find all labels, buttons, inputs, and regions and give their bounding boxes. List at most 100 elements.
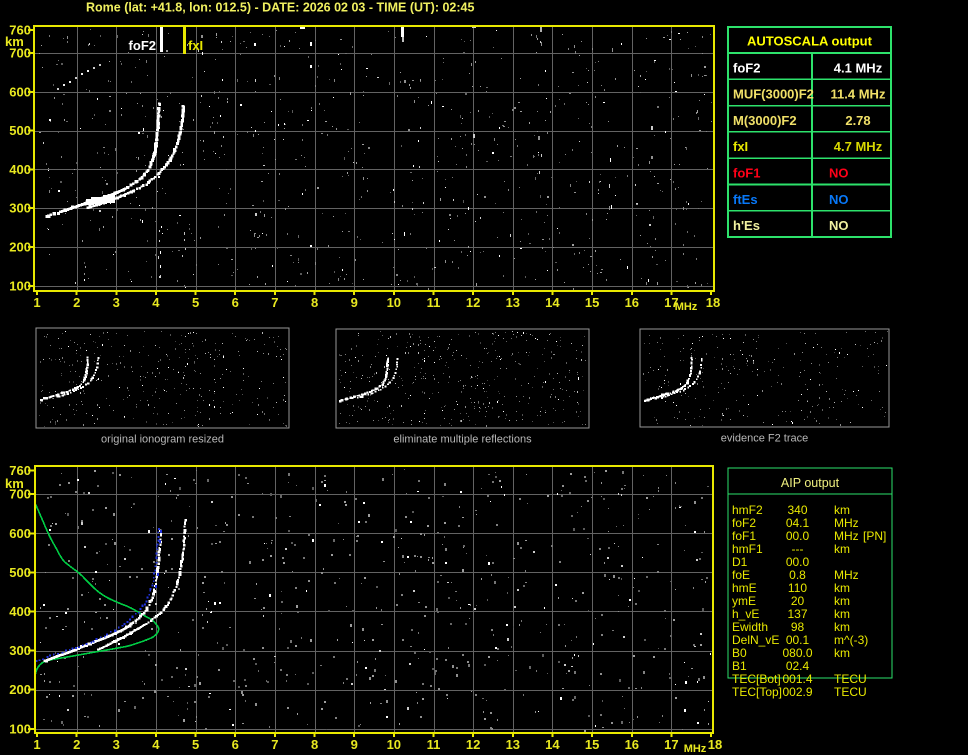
svg-text:14: 14 — [545, 295, 560, 310]
svg-text:km: km — [834, 646, 850, 660]
svg-text:D1: D1 — [732, 555, 748, 569]
svg-text:M(3000)F2: M(3000)F2 — [733, 113, 797, 128]
svg-text:AUTOSCALA output: AUTOSCALA output — [747, 34, 873, 49]
svg-text:340: 340 — [787, 503, 807, 517]
svg-text:foE: foE — [732, 568, 750, 582]
svg-text:02.4: 02.4 — [786, 659, 810, 673]
svg-text:4: 4 — [152, 737, 160, 752]
svg-text:080.0: 080.0 — [782, 646, 812, 660]
svg-text:NO: NO — [829, 166, 849, 181]
svg-text:ymE: ymE — [732, 594, 756, 608]
svg-text:km: km — [834, 607, 850, 621]
svg-text:300: 300 — [9, 201, 31, 216]
svg-text:2: 2 — [73, 737, 80, 752]
svg-text:0.8: 0.8 — [789, 568, 806, 582]
svg-text:fxI: fxI — [733, 139, 748, 154]
svg-text:00.1: 00.1 — [786, 633, 810, 647]
svg-text:DelN_vE: DelN_vE — [732, 633, 779, 647]
svg-text:16: 16 — [625, 737, 639, 752]
svg-text:MHz: MHz — [675, 301, 698, 313]
svg-text:2: 2 — [73, 295, 80, 310]
svg-text:hmF2: hmF2 — [732, 503, 763, 517]
svg-text:100: 100 — [9, 278, 31, 293]
svg-text:m^(-3): m^(-3) — [834, 633, 868, 647]
svg-text:10: 10 — [387, 737, 401, 752]
svg-text:B0: B0 — [732, 646, 747, 660]
svg-text:original ionogram resized: original ionogram resized — [101, 434, 224, 446]
svg-text:6: 6 — [232, 295, 239, 310]
svg-text:12: 12 — [466, 737, 480, 752]
svg-text:8: 8 — [311, 295, 318, 310]
svg-text:7: 7 — [271, 737, 278, 752]
svg-text:TEC[Bot]: TEC[Bot] — [732, 672, 781, 686]
svg-text:foF1: foF1 — [733, 166, 760, 181]
svg-text:5: 5 — [192, 737, 199, 752]
svg-text:500: 500 — [9, 565, 31, 580]
svg-text:600: 600 — [9, 526, 31, 541]
svg-text:km: km — [834, 542, 850, 556]
svg-text:Rome (lat: +41.8, lon: 012.5): Rome (lat: +41.8, lon: 012.5) - DATE: 20… — [86, 1, 474, 15]
svg-text:Ewidth: Ewidth — [732, 620, 768, 634]
svg-text:600: 600 — [9, 84, 31, 99]
svg-text:h'Es: h'Es — [733, 218, 760, 233]
svg-text:15: 15 — [585, 295, 599, 310]
svg-text:5: 5 — [192, 295, 199, 310]
svg-text:hmE: hmE — [732, 581, 757, 595]
svg-text:eliminate multiple reflections: eliminate multiple reflections — [393, 434, 532, 446]
svg-text:110: 110 — [788, 581, 807, 595]
svg-text:MUF(3000)F2: MUF(3000)F2 — [733, 87, 814, 102]
svg-text:7: 7 — [271, 295, 278, 310]
svg-text:foF2: foF2 — [732, 516, 756, 530]
svg-text:2.78: 2.78 — [845, 113, 870, 128]
svg-text:hmF1: hmF1 — [732, 542, 763, 556]
svg-text:14: 14 — [545, 737, 560, 752]
svg-text:km: km — [834, 581, 850, 595]
svg-text:1: 1 — [33, 295, 40, 310]
svg-text:100: 100 — [9, 721, 31, 736]
svg-text:TECU: TECU — [834, 672, 867, 686]
svg-text:15: 15 — [585, 737, 599, 752]
svg-text:10: 10 — [387, 295, 401, 310]
svg-text:---: --- — [792, 542, 804, 556]
svg-text:500: 500 — [9, 123, 31, 138]
svg-text:9: 9 — [351, 737, 358, 752]
svg-text:12: 12 — [466, 295, 480, 310]
svg-text:4: 4 — [152, 295, 160, 310]
svg-text:ftEs: ftEs — [733, 192, 758, 207]
svg-text:18: 18 — [706, 295, 720, 310]
svg-text:[PN]: [PN] — [863, 529, 886, 543]
svg-text:11: 11 — [427, 737, 441, 752]
svg-text:11.4 MHz: 11.4 MHz — [831, 87, 886, 102]
svg-text:MHz: MHz — [834, 568, 859, 582]
svg-text:13: 13 — [506, 295, 520, 310]
svg-text:TEC[Top]: TEC[Top] — [732, 685, 782, 699]
svg-text:km: km — [5, 34, 24, 49]
svg-text:km: km — [5, 476, 24, 491]
svg-text:B1: B1 — [732, 659, 747, 673]
svg-text:17: 17 — [664, 737, 678, 752]
svg-text:3: 3 — [113, 295, 120, 310]
svg-text:km: km — [834, 620, 850, 634]
svg-text:foF1: foF1 — [732, 529, 756, 543]
svg-text:foF2: foF2 — [129, 38, 156, 53]
svg-text:200: 200 — [9, 240, 31, 255]
svg-text:foF2: foF2 — [733, 60, 760, 75]
svg-text:TECU: TECU — [834, 685, 867, 699]
svg-text:MHz: MHz — [834, 529, 859, 543]
svg-text:3: 3 — [113, 737, 120, 752]
svg-text:300: 300 — [9, 643, 31, 658]
svg-text:4.7 MHz: 4.7 MHz — [834, 139, 883, 154]
svg-text:00.0: 00.0 — [786, 555, 810, 569]
svg-text:NO: NO — [829, 218, 849, 233]
svg-text:18: 18 — [708, 737, 722, 752]
svg-text:MHz: MHz — [684, 743, 707, 755]
svg-text:001.4: 001.4 — [782, 672, 812, 686]
svg-text:fxI: fxI — [188, 38, 203, 53]
svg-text:4.1 MHz: 4.1 MHz — [834, 60, 883, 75]
svg-text:11: 11 — [427, 295, 441, 310]
svg-text:00.0: 00.0 — [786, 529, 810, 543]
svg-text:8: 8 — [311, 737, 318, 752]
svg-text:002.9: 002.9 — [782, 685, 812, 699]
svg-text:km: km — [834, 594, 850, 608]
svg-text:km: km — [834, 503, 850, 517]
